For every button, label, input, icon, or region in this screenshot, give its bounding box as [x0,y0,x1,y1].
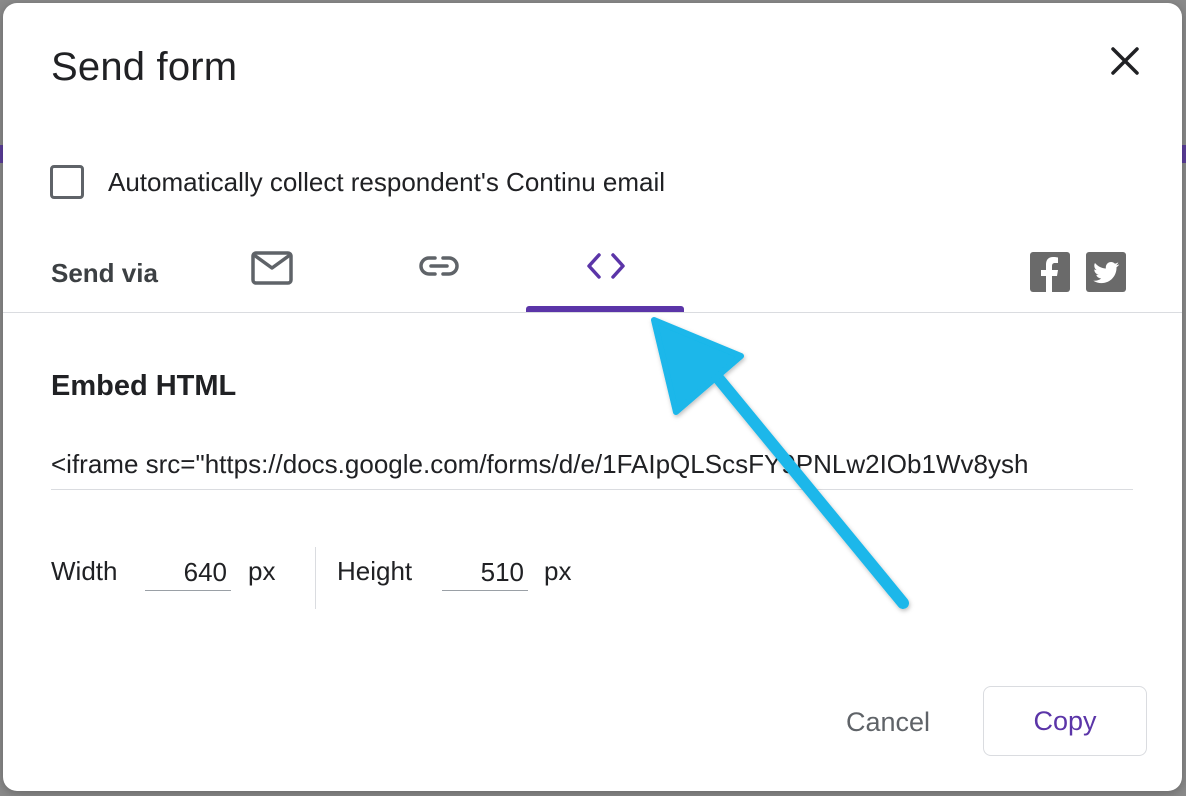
share-twitter-button[interactable] [1086,252,1126,292]
collect-email-checkbox[interactable] [50,165,84,199]
height-unit: px [544,556,572,586]
collect-email-option[interactable]: Automatically collect respondent's Conti… [50,160,665,204]
collect-email-label: Automatically collect respondent's Conti… [108,166,666,197]
close-button[interactable] [1107,43,1143,79]
dimension-separator [315,547,316,609]
embed-code-text: <iframe src="https://docs.google.com/for… [51,449,1029,479]
tab-link[interactable] [408,239,470,315]
embed-code-field[interactable]: <iframe src="https://docs.google.com/for… [51,441,1133,490]
cancel-button[interactable]: Cancel [821,687,955,757]
width-unit: px [248,556,276,586]
tab-embed[interactable] [575,239,637,315]
height-input[interactable]: 510 [442,551,528,591]
link-icon [419,256,459,276]
height-label: Height [337,556,413,586]
embed-code-icon [587,253,625,279]
send-form-dialog: Send form Automatically collect responde… [3,3,1182,791]
close-icon [1111,47,1139,75]
facebook-icon [1041,257,1058,292]
dialog-title: Send form [51,45,238,89]
tab-divider [3,312,1182,313]
send-via-label: Send via [51,258,158,288]
twitter-icon [1093,262,1120,284]
share-facebook-button[interactable] [1030,252,1070,292]
email-icon [251,251,293,285]
copy-button[interactable]: Copy [983,686,1147,756]
embed-html-title: Embed HTML [51,370,237,402]
width-input[interactable]: 640 [145,551,231,591]
width-label: Width [51,556,118,586]
tab-email[interactable] [241,239,303,315]
